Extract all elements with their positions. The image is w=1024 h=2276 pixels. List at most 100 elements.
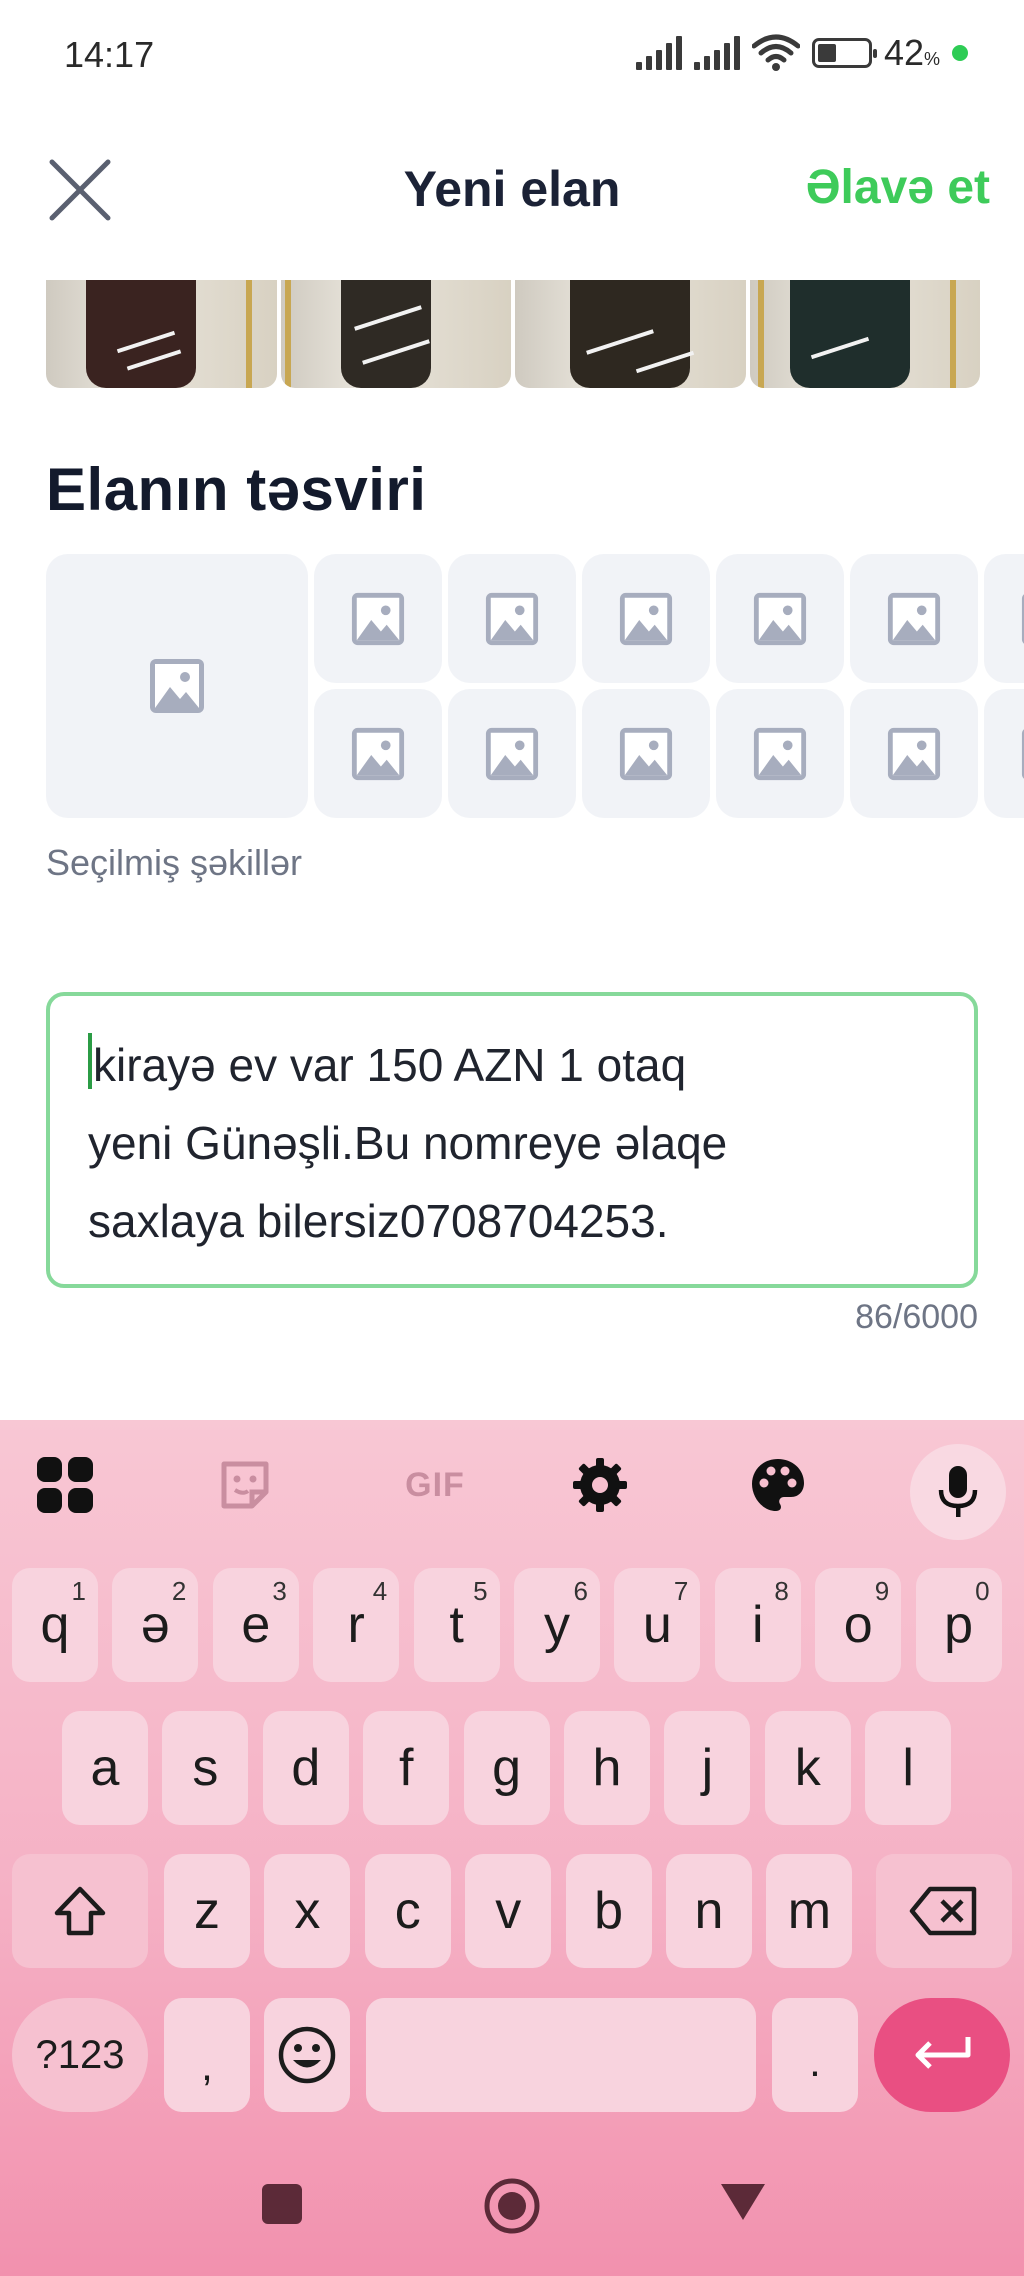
key-n[interactable]: n	[666, 1854, 752, 1968]
key-l[interactable]: l	[865, 1711, 952, 1825]
key-h[interactable]: h	[564, 1711, 650, 1825]
key-z[interactable]: z	[164, 1854, 250, 1968]
status-time: 14:17	[64, 34, 155, 75]
sticker-icon[interactable]	[210, 1450, 280, 1520]
key-m[interactable]: m	[766, 1854, 853, 1968]
key-2[interactable]: e3	[212, 1568, 299, 1682]
image-placeholder-icon	[753, 592, 807, 645]
key-0[interactable]: q1	[12, 1568, 98, 1682]
key-v[interactable]: v	[465, 1854, 552, 1968]
key-label: i	[752, 1596, 764, 1654]
key-d[interactable]: d	[262, 1711, 349, 1825]
image-placeholder-icon	[619, 592, 673, 645]
image-placeholder-icon	[485, 727, 539, 780]
comma-key[interactable]: ,	[164, 1998, 250, 2112]
photo-strip[interactable]	[46, 280, 980, 388]
key-k[interactable]: k	[764, 1711, 851, 1825]
key-6[interactable]: u7	[614, 1568, 701, 1682]
selected-images-label: Seçilmiş şəkillər	[46, 842, 303, 883]
emoji-key[interactable]	[264, 1998, 350, 2112]
key-b[interactable]: b	[565, 1854, 652, 1968]
wifi-icon	[751, 34, 800, 71]
image-placeholder-icon	[619, 727, 673, 780]
backspace-icon	[909, 1886, 977, 1936]
key-hint: 2	[171, 1576, 187, 1606]
key-7[interactable]: i8	[714, 1568, 801, 1682]
key-hint: 4	[372, 1576, 388, 1606]
image-placeholder-icon	[887, 592, 941, 645]
photo-thumbnail[interactable]	[749, 280, 980, 388]
recent-apps-button[interactable]	[258, 2180, 306, 2233]
image-slot[interactable]	[850, 554, 978, 683]
description-value: kirayə ev var 150 AZN 1 otaq yeni Günəşl…	[88, 1039, 728, 1247]
image-slot[interactable]	[582, 689, 710, 818]
settings-gear-icon[interactable]	[565, 1450, 635, 1520]
image-slot[interactable]	[582, 554, 710, 683]
key-a[interactable]: a	[62, 1711, 148, 1825]
key-label: e	[241, 1596, 271, 1654]
image-slot[interactable]	[448, 689, 576, 818]
image-slot[interactable]	[716, 689, 844, 818]
image-placeholder-icon	[1021, 728, 1024, 779]
emoji-icon	[278, 2026, 336, 2084]
status-bar: 14:17 42%	[0, 0, 1024, 112]
space-key[interactable]	[366, 1998, 756, 2112]
shift-icon	[54, 1886, 106, 1936]
key-hint: 7	[673, 1576, 689, 1606]
image-placeholder-icon	[887, 727, 941, 780]
apps-grid-icon[interactable]	[30, 1450, 100, 1520]
key-hint: 8	[774, 1576, 789, 1606]
image-slot[interactable]	[314, 689, 442, 818]
keyboard-toolbar: GIF	[0, 1420, 1024, 1550]
navigation-bar	[0, 2150, 1024, 2276]
main-image-slot[interactable]	[46, 554, 308, 818]
signal-1-icon	[635, 36, 682, 70]
header: Yeni elan Əlavə et	[0, 130, 1024, 250]
image-slot[interactable]	[984, 554, 1024, 683]
key-hint: 1	[71, 1576, 86, 1606]
key-label: p	[944, 1596, 974, 1654]
period-key[interactable]: .	[772, 1998, 858, 2112]
theme-palette-icon[interactable]	[743, 1450, 813, 1520]
photo-thumbnail[interactable]	[46, 280, 277, 388]
key-3[interactable]: r4	[313, 1568, 400, 1682]
photo-thumbnail[interactable]	[515, 280, 746, 388]
symbols-key[interactable]: ?123	[12, 1998, 148, 2112]
key-x[interactable]: x	[264, 1854, 351, 1968]
image-picker-grid[interactable]	[46, 554, 1024, 818]
enter-arrow-icon	[915, 2037, 971, 2069]
key-5[interactable]: y6	[514, 1568, 600, 1682]
key-label: q	[40, 1596, 70, 1654]
key-4[interactable]: t5	[413, 1568, 500, 1682]
key-j[interactable]: j	[664, 1711, 751, 1825]
key-1[interactable]: ə2	[112, 1568, 199, 1682]
microphone-button[interactable]	[910, 1444, 1006, 1540]
home-button[interactable]	[482, 2176, 542, 2241]
gif-button[interactable]: GIF	[385, 1450, 485, 1520]
image-slot[interactable]	[716, 554, 844, 683]
backspace-key[interactable]	[876, 1854, 1012, 1968]
key-9[interactable]: p0	[915, 1568, 1002, 1682]
enter-key[interactable]	[874, 1998, 1010, 2112]
description-textarea[interactable]: kirayə ev var 150 AZN 1 otaq yeni Günəşl…	[46, 992, 978, 1288]
image-slot[interactable]	[850, 689, 978, 818]
key-8[interactable]: o9	[815, 1568, 902, 1682]
character-counter: 86/6000	[855, 1298, 978, 1336]
home-circle-icon	[484, 2178, 540, 2234]
key-c[interactable]: c	[364, 1854, 451, 1968]
key-hint: 6	[573, 1576, 588, 1606]
image-placeholder-icon	[351, 727, 405, 780]
key-g[interactable]: g	[463, 1711, 550, 1825]
key-f[interactable]: f	[363, 1711, 450, 1825]
key-label: ə	[140, 1596, 170, 1654]
image-slot[interactable]	[448, 554, 576, 683]
image-slot[interactable]	[984, 689, 1024, 818]
photo-thumbnail[interactable]	[280, 280, 511, 388]
microphone-icon	[938, 1466, 978, 1517]
shift-key[interactable]	[12, 1854, 148, 1968]
key-s[interactable]: s	[162, 1711, 249, 1825]
image-slot[interactable]	[314, 554, 442, 683]
recent-apps-square-icon	[262, 2184, 302, 2224]
add-button[interactable]: Əlavə et	[806, 160, 990, 215]
back-button[interactable]	[718, 2180, 768, 2229]
